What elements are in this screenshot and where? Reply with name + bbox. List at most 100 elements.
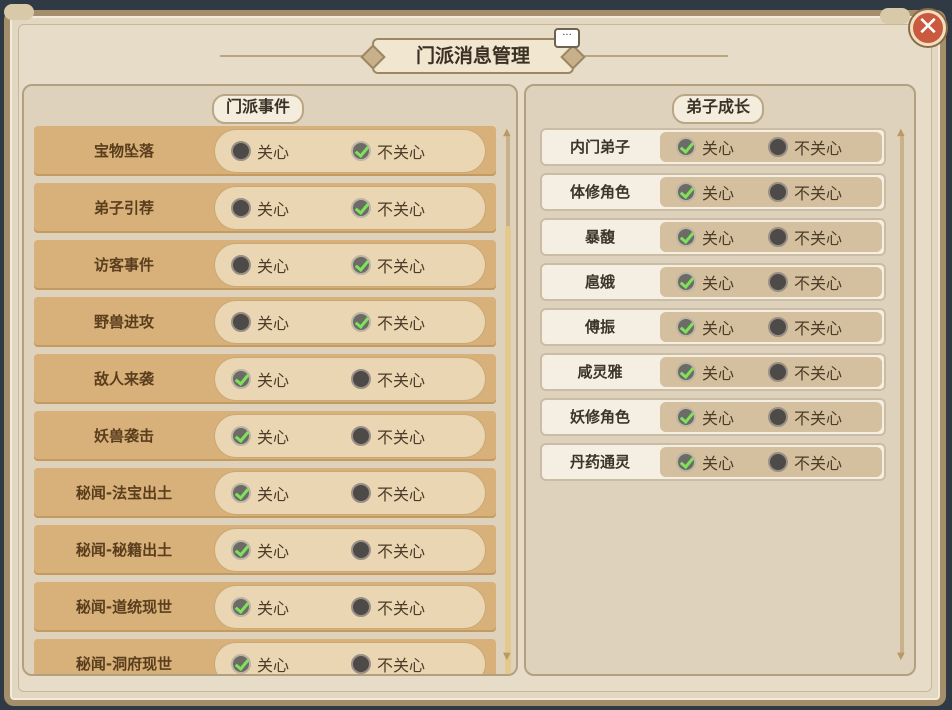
unchecked-radio-icon[interactable] xyxy=(231,255,251,275)
no-care-option[interactable]: 不关心 xyxy=(768,447,842,477)
care-option[interactable]: 关心 xyxy=(676,312,734,342)
chat-bubble-icon[interactable]: ··· xyxy=(554,28,580,48)
care-option[interactable]: 关心 xyxy=(676,222,734,252)
care-label: 关心 xyxy=(702,409,735,428)
unchecked-radio-icon[interactable] xyxy=(351,654,371,674)
checked-radio-icon[interactable] xyxy=(231,426,251,446)
no-care-option[interactable]: 不关心 xyxy=(351,586,425,628)
unchecked-radio-icon[interactable] xyxy=(768,272,788,292)
disciple-row: 咸灵雅 关心 不关心 xyxy=(540,353,886,391)
no-care-option[interactable]: 不关心 xyxy=(351,244,425,286)
unchecked-radio-icon[interactable] xyxy=(768,362,788,382)
unchecked-radio-icon[interactable] xyxy=(351,369,371,389)
left-scrollbar[interactable] xyxy=(505,136,511,674)
left-scroll-thumb[interactable] xyxy=(505,226,511,674)
care-option[interactable]: 关心 xyxy=(676,447,734,477)
care-option[interactable]: 关心 xyxy=(676,267,734,297)
checked-radio-icon[interactable] xyxy=(676,272,696,292)
care-label: 关心 xyxy=(257,485,290,504)
care-label: 关心 xyxy=(702,364,735,383)
care-toggle-group: 关心 不关心 xyxy=(214,471,486,515)
no-care-option[interactable]: 不关心 xyxy=(768,222,842,252)
checked-radio-icon[interactable] xyxy=(231,483,251,503)
no-care-option[interactable]: 不关心 xyxy=(768,177,842,207)
unchecked-radio-icon[interactable] xyxy=(768,452,788,472)
unchecked-radio-icon[interactable] xyxy=(768,182,788,202)
sect-event-row: 敌人来袭 关心 不关心 xyxy=(34,354,496,404)
scroll-down-arrow-icon[interactable]: ▼ xyxy=(503,652,511,662)
checked-radio-icon[interactable] xyxy=(676,452,696,472)
care-toggle-group: 关心 不关心 xyxy=(660,267,882,297)
sect-event-row: 宝物坠落 关心 不关心 xyxy=(34,126,496,176)
checked-radio-icon[interactable] xyxy=(351,198,371,218)
no-care-option[interactable]: 不关心 xyxy=(768,357,842,387)
care-toggle-group: 关心 不关心 xyxy=(660,402,882,432)
care-option[interactable]: 关心 xyxy=(231,187,289,229)
care-option[interactable]: 关心 xyxy=(231,586,289,628)
unchecked-radio-icon[interactable] xyxy=(768,227,788,247)
unchecked-radio-icon[interactable] xyxy=(351,426,371,446)
checked-radio-icon[interactable] xyxy=(676,227,696,247)
unchecked-radio-icon[interactable] xyxy=(351,597,371,617)
no-care-option[interactable]: 不关心 xyxy=(768,132,842,162)
close-button[interactable]: ✕ xyxy=(910,10,946,46)
no-care-option[interactable]: 不关心 xyxy=(351,415,425,457)
sect-events-list[interactable]: 宝物坠落 关心 不关心 弟子引荐 关心 不关心 访客事件 关心 不关心 野兽进攻 关心 不关心 敌人来袭… xyxy=(24,86,516,674)
unchecked-radio-icon[interactable] xyxy=(231,312,251,332)
right-scrollbar[interactable] xyxy=(900,136,904,656)
checked-radio-icon[interactable] xyxy=(676,407,696,427)
no-care-label: 不关心 xyxy=(794,229,843,248)
unchecked-radio-icon[interactable] xyxy=(351,540,371,560)
unchecked-radio-icon[interactable] xyxy=(231,198,251,218)
care-option[interactable]: 关心 xyxy=(231,529,289,571)
scroll-up-arrow-icon[interactable]: ▲ xyxy=(503,128,511,138)
unchecked-radio-icon[interactable] xyxy=(231,141,251,161)
scroll-up-arrow-icon[interactable]: ▲ xyxy=(897,128,905,138)
care-option[interactable]: 关心 xyxy=(231,244,289,286)
disciple-name: 丹药通灵 xyxy=(569,453,630,471)
checked-radio-icon[interactable] xyxy=(676,317,696,337)
no-care-option[interactable]: 不关心 xyxy=(351,358,425,400)
care-option[interactable]: 关心 xyxy=(231,301,289,343)
care-option[interactable]: 关心 xyxy=(676,177,734,207)
checked-radio-icon[interactable] xyxy=(231,654,251,674)
care-option[interactable]: 关心 xyxy=(676,132,734,162)
checked-radio-icon[interactable] xyxy=(351,312,371,332)
no-care-option[interactable]: 不关心 xyxy=(351,472,425,514)
care-option[interactable]: 关心 xyxy=(231,415,289,457)
care-toggle-group: 关心 不关心 xyxy=(214,300,486,344)
no-care-option[interactable]: 不关心 xyxy=(351,130,425,172)
care-label: 关心 xyxy=(702,184,735,203)
checked-radio-icon[interactable] xyxy=(676,137,696,157)
unchecked-radio-icon[interactable] xyxy=(768,137,788,157)
checked-radio-icon[interactable] xyxy=(351,255,371,275)
care-option[interactable]: 关心 xyxy=(231,358,289,400)
care-option[interactable]: 关心 xyxy=(231,472,289,514)
no-care-option[interactable]: 不关心 xyxy=(351,643,425,674)
checked-radio-icon[interactable] xyxy=(676,182,696,202)
no-care-option[interactable]: 不关心 xyxy=(351,301,425,343)
no-care-option[interactable]: 不关心 xyxy=(351,529,425,571)
disciple-growth-panel: 弟子成长 内门弟子 关心 不关心 体修角色 关心 不关心 暴馥 关心 不关心 扈娥 关心 不关心 傅振关… xyxy=(524,84,916,676)
care-option[interactable]: 关心 xyxy=(676,357,734,387)
no-care-option[interactable]: 不关心 xyxy=(768,267,842,297)
no-care-label: 不关心 xyxy=(377,371,426,390)
checked-radio-icon[interactable] xyxy=(231,597,251,617)
no-care-option[interactable]: 不关心 xyxy=(768,312,842,342)
care-option[interactable]: 关心 xyxy=(231,643,289,674)
no-care-option[interactable]: 不关心 xyxy=(351,187,425,229)
unchecked-radio-icon[interactable] xyxy=(768,317,788,337)
disciple-growth-list[interactable]: 内门弟子 关心 不关心 体修角色 关心 不关心 暴馥 关心 不关心 扈娥 关心 不关心 傅振 关心 不关心咸… xyxy=(526,86,914,674)
checked-radio-icon[interactable] xyxy=(231,369,251,389)
checked-radio-icon[interactable] xyxy=(676,362,696,382)
unchecked-radio-icon[interactable] xyxy=(351,483,371,503)
unchecked-radio-icon[interactable] xyxy=(768,407,788,427)
checked-radio-icon[interactable] xyxy=(231,540,251,560)
no-care-option[interactable]: 不关心 xyxy=(768,402,842,432)
checked-radio-icon[interactable] xyxy=(351,141,371,161)
care-label: 关心 xyxy=(702,274,735,293)
care-option[interactable]: 关心 xyxy=(231,130,289,172)
scroll-down-arrow-icon[interactable]: ▼ xyxy=(897,652,905,662)
disciple-row: 丹药通灵 关心 不关心 xyxy=(540,443,886,481)
care-option[interactable]: 关心 xyxy=(676,402,734,432)
